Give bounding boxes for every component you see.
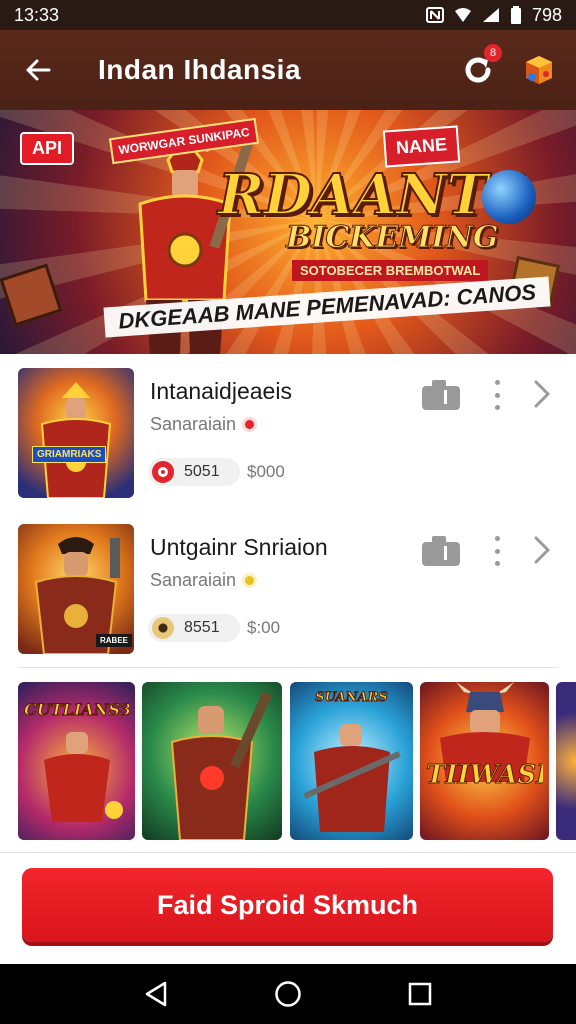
more-dot-icon — [494, 392, 500, 398]
coin-icon — [152, 617, 174, 639]
banner-subheadline: BICKEMING — [286, 220, 499, 256]
carousel-card[interactable] — [556, 682, 576, 840]
nav-back-button[interactable] — [141, 979, 171, 1009]
battery-level: 798 — [531, 4, 562, 25]
circle-home-icon — [275, 981, 301, 1007]
list-item-subtitle: Sanaraiain — [150, 414, 258, 435]
game-thumbnail: RABEE — [18, 524, 134, 654]
list-item-subtitle-text: Sanaraiain — [150, 570, 237, 590]
carousel-card[interactable] — [142, 682, 282, 840]
app-bar-actions: 8 — [460, 44, 556, 88]
back-button[interactable] — [20, 52, 56, 88]
banner-orb — [482, 170, 536, 224]
more-dot-icon — [494, 561, 500, 566]
list-item-title: Intanaidjeaeis — [150, 378, 292, 404]
game-thumbnail: GRIAMRIAKS — [18, 368, 134, 498]
coin-icon — [152, 461, 174, 483]
chevron-right-icon[interactable] — [530, 534, 554, 566]
primary-cta-button[interactable]: Faid Sproid Skmuch — [22, 868, 553, 942]
status-icons: 798 — [425, 4, 562, 26]
triangle-back-icon — [145, 981, 167, 1007]
carousel-card-caption: SUANARS — [315, 690, 389, 705]
hero-card-illustration — [303, 724, 401, 832]
status-time: 13:33 — [14, 4, 60, 25]
more-options-button[interactable] — [490, 380, 504, 410]
game-cube-icon — [526, 56, 552, 84]
banner-strip: SOTOBECER BREMBOTWAL — [292, 260, 489, 281]
game-carousel[interactable]: CUTLIANS3 SUANARS TIIWASE — [0, 680, 576, 842]
nfc-icon — [425, 7, 444, 23]
square-recents-icon — [408, 982, 432, 1006]
more-dot-icon — [494, 405, 500, 410]
list-item-title: Untgainr Snriaion — [150, 534, 328, 560]
more-dot-icon — [494, 536, 500, 541]
coin-pill: 8551 — [148, 614, 240, 642]
price-value: $000 — [247, 462, 285, 481]
status-bar: 13:33 798 — [0, 0, 576, 30]
more-dot-icon — [494, 380, 500, 385]
system-nav-bar — [0, 964, 576, 1024]
thumbnail-label: GRIAMRIAKS — [32, 446, 107, 463]
promo-banner[interactable]: API WORWGAR SUNKIPAC NANE RDAANTS BICKEM… — [0, 110, 576, 354]
section-divider — [0, 852, 576, 853]
row-divider — [18, 667, 558, 668]
price-value: $:00 — [247, 618, 281, 637]
app-screen: 13:33 798 Indan Ihdansia 8 API WORWGAR S… — [0, 0, 576, 1024]
refresh-button[interactable]: 8 — [460, 44, 502, 88]
carousel-card[interactable]: SUANARS — [290, 682, 413, 840]
games-button[interactable] — [522, 53, 556, 87]
more-dot-icon — [494, 548, 500, 554]
carousel-card[interactable]: TIIWASE — [420, 682, 549, 840]
signal-icon — [482, 8, 499, 22]
battery-icon — [510, 6, 521, 24]
camera-icon[interactable] — [422, 380, 460, 410]
list-item[interactable]: RABEE Untgainr Snriaion Sanaraiain 8551 … — [0, 510, 576, 666]
list-item-subtitle: Sanaraiain — [150, 570, 258, 591]
carousel-card-caption: CUTLIANS3 — [24, 700, 129, 719]
carousel-card-caption: TIIWASE — [426, 760, 543, 790]
banner-headline: RDAANTS — [217, 161, 528, 229]
status-dot-icon — [242, 573, 258, 588]
coin-value: 5051 — [184, 463, 220, 480]
thumbnail-label: RABEE — [96, 634, 133, 647]
banner-badge: API — [20, 132, 75, 165]
arrow-left-icon — [26, 59, 51, 81]
camera-icon[interactable] — [422, 536, 460, 566]
nav-recents-button[interactable] — [405, 979, 435, 1009]
more-options-button[interactable] — [490, 536, 504, 566]
coin-value: 8551 — [184, 619, 220, 636]
page-title: Indan Ihdansia — [98, 54, 302, 85]
wifi-icon — [454, 8, 471, 22]
nav-home-button[interactable] — [273, 979, 303, 1009]
notification-badge: 8 — [484, 44, 502, 62]
carousel-card[interactable]: CUTLIANS3 — [18, 682, 135, 840]
coin-pill: 5051 — [148, 458, 240, 486]
app-bar: Indan Ihdansia 8 — [0, 30, 576, 110]
hero-card-illustration — [170, 691, 272, 840]
list-item[interactable]: GRIAMRIAKS Intanaidjeaeis Sanaraiain 505… — [0, 354, 576, 510]
status-dot-icon — [242, 417, 258, 432]
list-item-subtitle-text: Sanaraiain — [150, 414, 237, 434]
chevron-right-icon[interactable] — [530, 378, 554, 410]
warrior-thumbnail-illustration — [40, 382, 112, 498]
